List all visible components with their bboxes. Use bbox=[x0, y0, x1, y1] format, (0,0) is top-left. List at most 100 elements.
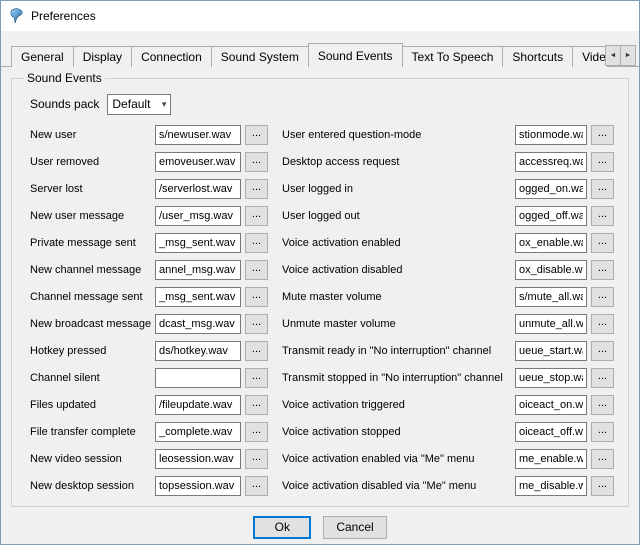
sound-file-input[interactable] bbox=[155, 125, 241, 145]
browse-button[interactable]: ... bbox=[591, 422, 614, 442]
sound-event-row: Unmute master volume ... bbox=[282, 314, 614, 334]
tab-sound-events[interactable]: Sound Events bbox=[308, 43, 403, 67]
browse-button[interactable]: ... bbox=[245, 125, 268, 145]
chevron-down-icon: ▾ bbox=[162, 99, 167, 110]
sounds-pack-value: Default bbox=[112, 97, 150, 111]
browse-button[interactable]: ... bbox=[591, 125, 614, 145]
sound-event-row: File transfer complete ... bbox=[30, 422, 268, 442]
tab-general[interactable]: General bbox=[11, 46, 74, 67]
sound-events-page: Sound Events Sounds pack Default ▾ New u… bbox=[1, 66, 639, 507]
sound-file-input[interactable] bbox=[155, 341, 241, 361]
browse-button[interactable]: ... bbox=[245, 395, 268, 415]
browse-button[interactable]: ... bbox=[245, 449, 268, 469]
sound-file-input[interactable] bbox=[155, 476, 241, 496]
sound-file-input[interactable] bbox=[515, 260, 587, 280]
browse-button[interactable]: ... bbox=[245, 368, 268, 388]
sound-event-label: New video session bbox=[30, 453, 151, 465]
sound-file-input[interactable] bbox=[515, 233, 587, 253]
browse-button[interactable]: ... bbox=[591, 152, 614, 172]
sound-event-label: New user bbox=[30, 129, 151, 141]
sound-event-row: User entered question-mode ... bbox=[282, 125, 614, 145]
sound-event-label: Unmute master volume bbox=[282, 318, 511, 330]
sound-file-input[interactable] bbox=[155, 152, 241, 172]
browse-button[interactable]: ... bbox=[245, 314, 268, 334]
browse-button[interactable]: ... bbox=[245, 341, 268, 361]
browse-button[interactable]: ... bbox=[591, 260, 614, 280]
sound-event-label: New desktop session bbox=[30, 480, 151, 492]
tab-display[interactable]: Display bbox=[73, 46, 132, 67]
browse-button[interactable]: ... bbox=[591, 206, 614, 226]
sound-file-input[interactable] bbox=[515, 206, 587, 226]
browse-button[interactable]: ... bbox=[245, 206, 268, 226]
sound-event-label: Voice activation disabled via "Me" menu bbox=[282, 480, 511, 492]
tab-scroll-right-button[interactable]: ► bbox=[620, 45, 636, 66]
sound-file-input[interactable] bbox=[515, 476, 587, 496]
sound-file-input[interactable] bbox=[515, 422, 587, 442]
sound-event-label: Voice activation stopped bbox=[282, 426, 511, 438]
sound-file-input[interactable] bbox=[515, 395, 587, 415]
sound-file-input[interactable] bbox=[155, 422, 241, 442]
sound-event-label: Desktop access request bbox=[282, 156, 511, 168]
sound-event-row: Transmit stopped in "No interruption" ch… bbox=[282, 368, 614, 388]
browse-button[interactable]: ... bbox=[245, 422, 268, 442]
sound-file-input[interactable] bbox=[515, 449, 587, 469]
sound-file-input[interactable] bbox=[155, 206, 241, 226]
sound-file-input[interactable] bbox=[155, 395, 241, 415]
sound-event-label: User logged out bbox=[282, 210, 511, 222]
sound-file-input[interactable] bbox=[155, 314, 241, 334]
sound-event-row: Transmit ready in "No interruption" chan… bbox=[282, 341, 614, 361]
cancel-button[interactable]: Cancel bbox=[323, 516, 386, 539]
sound-event-row: Mute master volume ... bbox=[282, 287, 614, 307]
sound-events-right-column: User entered question-mode ... Desktop a… bbox=[282, 125, 614, 496]
sound-file-input[interactable] bbox=[515, 125, 587, 145]
browse-button[interactable]: ... bbox=[591, 314, 614, 334]
sound-file-input[interactable] bbox=[155, 260, 241, 280]
browse-button[interactable]: ... bbox=[591, 287, 614, 307]
sounds-pack-select[interactable]: Default ▾ bbox=[107, 94, 171, 115]
tab-sound-system[interactable]: Sound System bbox=[211, 46, 309, 67]
sound-event-row: User removed ... bbox=[30, 152, 268, 172]
sound-events-groupbox: Sound Events Sounds pack Default ▾ New u… bbox=[11, 71, 629, 507]
tab-shortcuts[interactable]: Shortcuts bbox=[502, 46, 573, 67]
groupbox-legend: Sound Events bbox=[24, 71, 105, 85]
sound-file-input[interactable] bbox=[155, 179, 241, 199]
browse-button[interactable]: ... bbox=[245, 476, 268, 496]
browse-button[interactable]: ... bbox=[245, 179, 268, 199]
browse-button[interactable]: ... bbox=[245, 260, 268, 280]
sounds-pack-label: Sounds pack bbox=[30, 97, 99, 111]
sound-file-input[interactable] bbox=[515, 287, 587, 307]
sound-event-row: New user ... bbox=[30, 125, 268, 145]
browse-button[interactable]: ... bbox=[591, 395, 614, 415]
tab-video[interactable]: Video bbox=[572, 46, 607, 67]
sound-events-left-column: New user ... User removed ... Server los… bbox=[30, 125, 268, 496]
browse-button[interactable]: ... bbox=[591, 476, 614, 496]
browse-button[interactable]: ... bbox=[591, 449, 614, 469]
sound-file-input[interactable] bbox=[155, 368, 241, 388]
browse-button[interactable]: ... bbox=[591, 368, 614, 388]
sound-event-label: Transmit ready in "No interruption" chan… bbox=[282, 345, 511, 357]
ok-button[interactable]: Ok bbox=[253, 516, 311, 539]
sound-file-input[interactable] bbox=[515, 179, 587, 199]
tab-scroll-left-button[interactable]: ◄ bbox=[605, 45, 621, 66]
sound-file-input[interactable] bbox=[515, 368, 587, 388]
sound-file-input[interactable] bbox=[155, 287, 241, 307]
sound-event-label: Server lost bbox=[30, 183, 151, 195]
sound-file-input[interactable] bbox=[515, 341, 587, 361]
tab-text-to-speech[interactable]: Text To Speech bbox=[402, 46, 504, 67]
browse-button[interactable]: ... bbox=[591, 341, 614, 361]
sound-file-input[interactable] bbox=[155, 449, 241, 469]
sound-event-label: Transmit stopped in "No interruption" ch… bbox=[282, 372, 511, 384]
browse-button[interactable]: ... bbox=[591, 179, 614, 199]
browse-button[interactable]: ... bbox=[245, 287, 268, 307]
tab-connection[interactable]: Connection bbox=[131, 46, 212, 67]
sound-file-input[interactable] bbox=[155, 233, 241, 253]
tab-bar: GeneralDisplayConnectionSound SystemSoun… bbox=[11, 43, 607, 67]
browse-button[interactable]: ... bbox=[245, 233, 268, 253]
window-title: Preferences bbox=[31, 9, 96, 23]
browse-button[interactable]: ... bbox=[245, 152, 268, 172]
sound-event-row: Files updated ... bbox=[30, 395, 268, 415]
browse-button[interactable]: ... bbox=[591, 233, 614, 253]
sound-event-row: New channel message ... bbox=[30, 260, 268, 280]
sound-file-input[interactable] bbox=[515, 152, 587, 172]
sound-file-input[interactable] bbox=[515, 314, 587, 334]
